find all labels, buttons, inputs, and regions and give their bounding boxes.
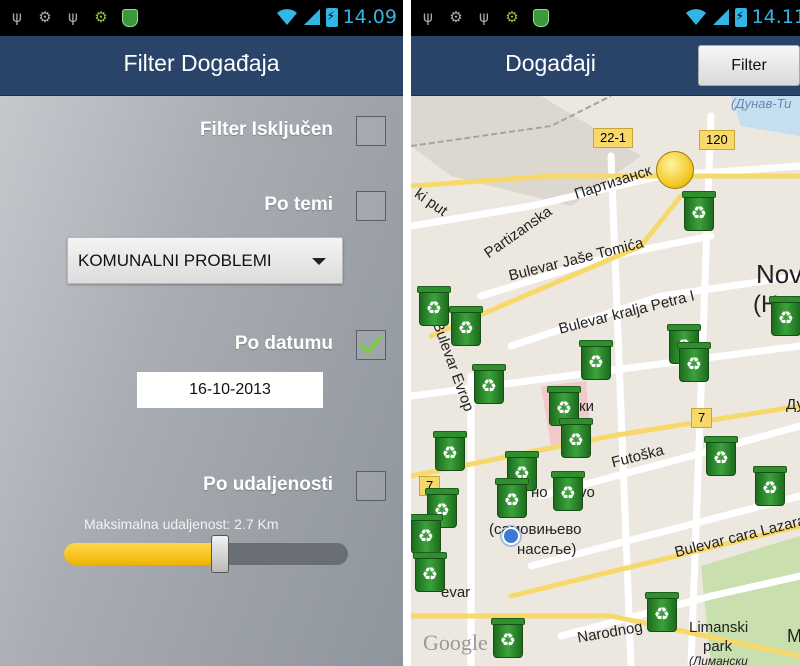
notification-icons: ψ ⚙ ψ ⚙ — [10, 7, 138, 27]
road-badge: 120 — [699, 130, 735, 150]
dropdown-arrow-icon — [312, 258, 326, 265]
distance-slider-thumb[interactable] — [211, 535, 230, 573]
events-map[interactable]: (Дунав-Ти 22-1 120 Партизанск ki put Par… — [411, 96, 800, 666]
map-label: (Лимански — [689, 654, 748, 666]
max-distance-label: Maksimalna udaljenost: 2.7 Km — [84, 516, 279, 532]
status-right: 14.11 — [685, 6, 800, 28]
recycle-bin-marker-icon[interactable]: ♻ — [433, 431, 487, 473]
map-label: Nov — [756, 259, 800, 289]
usb-icon: ψ — [423, 8, 433, 26]
recycle-bin-marker-icon[interactable]: ♻ — [413, 552, 467, 594]
map-label: (Дунав-Ти — [731, 96, 792, 111]
signal-icon — [303, 9, 320, 25]
recycle-bin-marker-icon[interactable]: ♻ — [551, 471, 605, 513]
by-date-label: Po datumu — [234, 333, 333, 354]
road-badge: 7 — [691, 408, 713, 428]
status-bar: ψ ⚙ ψ ⚙ 14.09 — [0, 0, 403, 36]
topic-spinner-value: KOMUNALNI PROBLEMI — [78, 251, 272, 270]
my-location-icon[interactable] — [502, 527, 520, 545]
recycle-bin-marker-icon[interactable]: ♻ — [449, 306, 503, 348]
clock: 14.09 — [342, 6, 397, 28]
clock: 14.11 — [751, 6, 800, 28]
map-label: evar — [441, 584, 471, 601]
user-smiley-icon[interactable] — [656, 151, 694, 189]
usb-icon: ψ — [479, 8, 489, 26]
by-topic-checkbox[interactable] — [356, 191, 386, 221]
screen-title: Filter Događaja — [123, 50, 280, 76]
recycle-bin-marker-icon[interactable]: ♻ — [645, 592, 699, 634]
battery-icon — [734, 7, 747, 27]
signal-icon — [712, 9, 729, 25]
usb-icon: ψ — [68, 8, 78, 26]
usb-icon: ψ — [12, 8, 22, 26]
recycle-bin-marker-icon[interactable]: ♻ — [769, 296, 800, 338]
distance-slider-fill — [64, 543, 221, 565]
filter-off-checkbox[interactable] — [356, 116, 386, 146]
status-bar: ψ ⚙ ψ ⚙ 14.11 — [411, 0, 800, 36]
android-debug-icon: ⚙ — [505, 8, 519, 26]
date-field[interactable]: 16-10-2013 — [137, 372, 323, 408]
by-distance-checkbox[interactable] — [356, 471, 386, 501]
recycle-bin-marker-icon[interactable]: ♻ — [495, 478, 549, 520]
recycle-bin-marker-icon[interactable]: ♻ — [559, 418, 613, 460]
recycle-bin-marker-icon[interactable]: ♻ — [472, 364, 526, 406]
distance-slider-track[interactable] — [64, 543, 348, 565]
wifi-icon — [276, 9, 297, 25]
recycle-bin-marker-icon[interactable]: ♻ — [491, 618, 545, 660]
recycle-bin-marker-icon[interactable]: ♻ — [579, 340, 633, 382]
screen-title: Događaji — [505, 50, 596, 76]
topic-spinner[interactable]: KOMUNALNI PROBLEMI — [67, 237, 343, 284]
recycle-bin-marker-icon[interactable]: ♻ — [411, 514, 463, 556]
filter-off-label: Filter Isključen — [199, 119, 333, 140]
android-debug-icon: ⚙ — [449, 8, 463, 26]
title-bar: Filter Događaja — [0, 36, 403, 96]
android-debug-icon: ⚙ — [38, 8, 52, 26]
map-label: Limanski — [689, 619, 749, 636]
filter-form: Filter Isključen Po temi KOMUNALNI PROBL… — [0, 96, 403, 666]
status-right: 14.09 — [276, 6, 397, 28]
wifi-icon — [685, 9, 706, 25]
google-logo: Google — [423, 630, 488, 655]
recycle-bin-marker-icon[interactable]: ♻ — [704, 436, 758, 478]
shield-icon — [122, 9, 138, 27]
map-label: Ду — [786, 396, 800, 413]
notification-icons: ψ ⚙ ψ ⚙ — [421, 7, 549, 27]
battery-icon — [325, 7, 338, 27]
by-date-checkbox[interactable] — [356, 330, 386, 360]
map-label: M — [787, 626, 800, 646]
map-label: park — [703, 638, 733, 655]
recycle-bin-marker-icon[interactable]: ♻ — [682, 191, 736, 233]
road-badge: 22-1 — [593, 128, 634, 148]
filter-button[interactable]: Filter — [698, 45, 800, 86]
filter-screen: ψ ⚙ ψ ⚙ 14.09 Filter Događaja Filter Isk… — [0, 0, 403, 666]
shield-icon — [533, 9, 549, 27]
checkmark-icon — [360, 336, 382, 354]
android-debug-icon: ⚙ — [94, 8, 108, 26]
events-map-screen: ψ ⚙ ψ ⚙ 14.11 Događaji Filter — [411, 0, 800, 666]
recycle-bin-marker-icon[interactable]: ♻ — [677, 342, 731, 384]
by-distance-label: Po udaljenosti — [203, 474, 333, 495]
map-label: насеље) — [517, 541, 577, 558]
recycle-bin-marker-icon[interactable]: ♻ — [417, 286, 471, 328]
recycle-bin-marker-icon[interactable]: ♻ — [753, 466, 800, 508]
by-topic-label: Po temi — [264, 194, 333, 215]
